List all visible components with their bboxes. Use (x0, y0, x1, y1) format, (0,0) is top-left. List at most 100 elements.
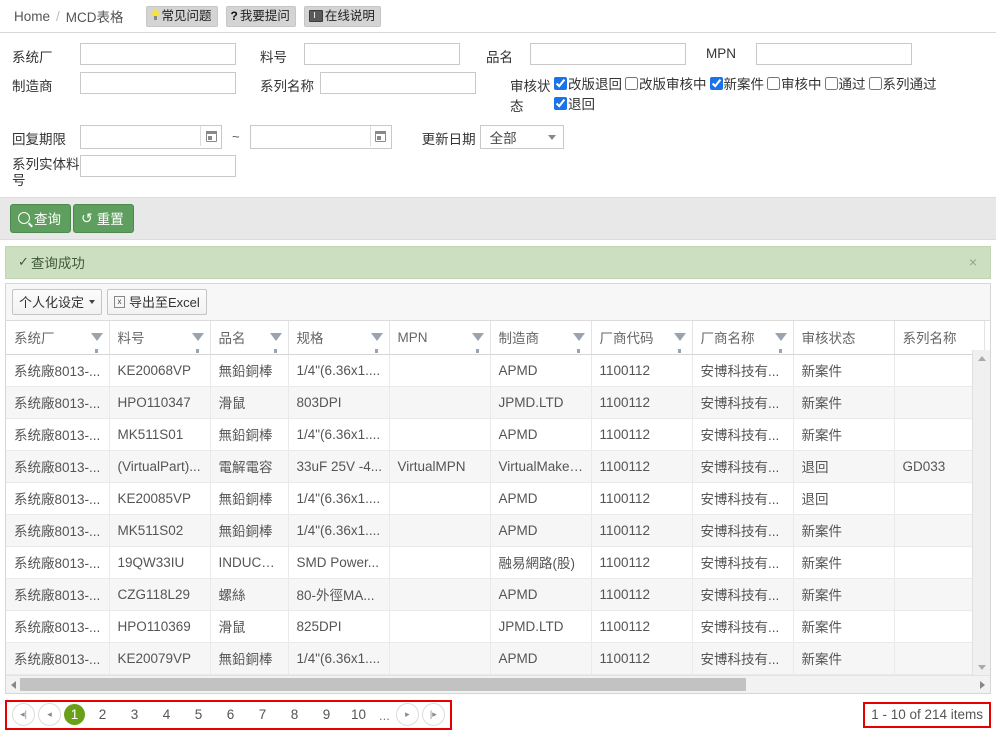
table-row[interactable]: 系统廠8013-... CZG118L29 螺絲 80-外徑MA... APMD 1100… (6, 578, 985, 611)
table-row[interactable]: 系统廠8013-... KE20085VP 無鉛銅棒 1/4"(6.36x1.... A… (6, 482, 985, 515)
page-button-5[interactable]: 5 (184, 704, 213, 725)
series-name-input[interactable] (320, 72, 476, 94)
scroll-up-arrow[interactable] (973, 350, 990, 366)
table-row[interactable]: 系统廠8013-... MK511S01 無鉛銅棒 1/4"(6.36x1.... AP… (6, 418, 985, 451)
export-excel-button[interactable]: x 导出至Excel (107, 289, 207, 315)
scroll-right-arrow[interactable] (980, 680, 985, 689)
last-page-icon[interactable]: |▸ (421, 703, 445, 726)
column-header-series-name[interactable]: 系列名称 (894, 321, 985, 355)
cell-system-factory[interactable]: 系统廠8013-... (6, 610, 110, 643)
page-button-10[interactable]: 10 (344, 704, 373, 725)
page-button-2[interactable]: 2 (88, 704, 117, 725)
column-header-manufacturer[interactable]: 制造商 (490, 321, 592, 355)
page-button-3[interactable]: 3 (120, 704, 149, 725)
checkbox-reviewing[interactable]: 审核中 (767, 73, 822, 93)
mpn-input[interactable] (756, 43, 912, 65)
update-date-select[interactable]: 全部 (479, 125, 564, 149)
vertical-scrollbar[interactable] (972, 350, 990, 675)
next-page-icon[interactable]: ▸ (395, 703, 419, 726)
personalize-settings-button[interactable]: 个人化设定 (12, 289, 103, 315)
form-row-2: 制造商 系列名称 审核状态 改版退回 改版审核中 新案件 审核中 通过 系列通过… (0, 72, 996, 115)
cell-specification: 1/4"(6.36x1.... (288, 354, 390, 387)
column-header-vendor-code[interactable]: 厂商代码 (591, 321, 693, 355)
form-row-3: 回复期限 ~ 更新日期 全部 (0, 125, 996, 149)
column-header-part-number[interactable]: 料号 (109, 321, 211, 355)
label-review-status: 审核状态 (510, 79, 551, 114)
horizontal-scrollbar[interactable] (6, 675, 990, 693)
filter-icon[interactable] (572, 333, 585, 353)
search-button[interactable]: 查询 (10, 204, 71, 233)
column-header-review-status[interactable]: 审核状态 (793, 321, 895, 355)
page-button-9[interactable]: 9 (312, 704, 341, 725)
checkbox-revision-reviewing-input[interactable] (625, 76, 638, 90)
online-help-button[interactable]: 在线说明 (303, 5, 381, 27)
cell-system-factory[interactable]: 系统廠8013-... (6, 514, 110, 547)
cell-system-factory[interactable]: 系统廠8013-... (6, 482, 110, 515)
cell-system-factory[interactable]: 系统廠8013-... (6, 546, 110, 579)
filter-icon[interactable] (673, 333, 686, 353)
cell-system-factory[interactable]: 系统廠8013-... (6, 642, 110, 675)
horizontal-scroll-thumb[interactable] (20, 678, 746, 691)
checkbox-new-case[interactable]: 新案件 (709, 73, 764, 93)
table-row[interactable]: 系统廠8013-... MK511S02 無鉛銅棒 1/4"(6.36x1.... AP… (6, 514, 985, 547)
reset-button[interactable]: ↺ 重置 (73, 204, 134, 233)
page-button-4[interactable]: 4 (152, 704, 181, 725)
checkbox-series-approved-input[interactable] (868, 76, 882, 90)
calendar-icon-from[interactable] (200, 126, 221, 146)
faq-button[interactable]: 常见问题 (145, 5, 218, 27)
cell-mpn (389, 642, 491, 675)
filter-icon[interactable] (471, 333, 484, 353)
cell-system-factory[interactable]: 系统廠8013-... (6, 450, 110, 483)
prev-page-icon[interactable]: ◂ (38, 703, 61, 726)
column-header-mpn[interactable]: MPN (389, 321, 491, 355)
part-number-input[interactable] (304, 43, 460, 65)
breadcrumb-home[interactable]: Home (14, 9, 50, 24)
column-header-product-name[interactable]: 品名 (210, 321, 289, 355)
checkbox-revision-returned[interactable]: 改版退回 (554, 73, 622, 93)
scroll-left-arrow[interactable] (11, 680, 16, 689)
cell-system-factory[interactable]: 系统廠8013-... (6, 386, 110, 419)
checkbox-returned-input[interactable] (554, 96, 567, 110)
filter-icon[interactable] (90, 333, 103, 353)
filter-icon[interactable] (269, 333, 282, 353)
calendar-icon-to[interactable] (369, 126, 391, 146)
close-icon[interactable]: × (966, 254, 980, 270)
checkbox-returned[interactable]: 退回 (554, 93, 595, 113)
checkbox-revision-returned-input[interactable] (554, 76, 567, 90)
table-row[interactable]: 系统廠8013-...19QW33IUINDUCTOR(...SMD Power… (6, 546, 985, 579)
checkbox-series-approved[interactable]: 系列通过 (868, 73, 937, 93)
checkbox-approved-input[interactable] (824, 76, 838, 90)
table-row[interactable]: 系统廠8013-... KE20068VP 無鉛銅棒 1/4"(6.36x1.... A… (6, 354, 985, 387)
cell-system-factory[interactable]: 系统廠8013-... (6, 418, 110, 451)
cell-series-name (894, 578, 985, 611)
column-header-specification[interactable]: 规格 (288, 321, 390, 355)
page-button-1[interactable]: 1 (64, 704, 85, 725)
cell-system-factory[interactable]: 系统廠8013-... (6, 354, 110, 387)
table-row[interactable]: 系统廠8013-... KE20079VP 無鉛銅棒 1/4"(6.36x1.... A… (6, 642, 985, 675)
checkbox-new-case-input[interactable] (709, 76, 723, 90)
filter-icon[interactable] (774, 333, 787, 353)
page-button-6[interactable]: 6 (216, 704, 245, 725)
filter-icon[interactable] (191, 333, 204, 353)
cell-system-factory[interactable]: 系统廠8013-... (6, 578, 110, 611)
checkbox-revision-reviewing[interactable]: 改版审核中 (625, 73, 707, 93)
pager-row: ◂| ◂ 1 2 3 4 5 6 7 8 9 10 ... ▸ |▸ 1 - 1… (5, 698, 991, 731)
checkbox-reviewing-input[interactable] (767, 76, 780, 90)
filter-icon[interactable] (370, 333, 383, 353)
ask-question-button[interactable]: ? 我要提问 (225, 5, 296, 27)
first-page-icon[interactable]: ◂| (12, 703, 35, 726)
checkbox-approved[interactable]: 通过 (824, 73, 866, 93)
column-header-vendor-name[interactable]: 厂商名称 (692, 321, 794, 355)
cell-vendor-name: 安博科技有... (692, 354, 794, 387)
page-button-8[interactable]: 8 (280, 704, 309, 725)
column-header-system-factory[interactable]: 系统厂 (6, 321, 110, 355)
scroll-down-arrow[interactable] (973, 659, 990, 675)
table-row[interactable]: 系统廠8013-... (VirtualPart)... 電解電容 33uF 25V … (6, 450, 985, 483)
system-factory-input[interactable] (80, 43, 236, 65)
page-button-7[interactable]: 7 (248, 704, 277, 725)
series-entity-part-input[interactable] (80, 155, 236, 177)
product-name-input[interactable] (530, 43, 686, 65)
table-row[interactable]: 系统廠8013-... HPO110347 滑鼠 803DPI JPMD.LTD 1100… (6, 386, 985, 419)
manufacturer-input[interactable] (80, 72, 236, 94)
table-row[interactable]: 系统廠8013-... HPO110369 滑鼠 825DPI JPMD.LTD 1100… (6, 610, 985, 643)
